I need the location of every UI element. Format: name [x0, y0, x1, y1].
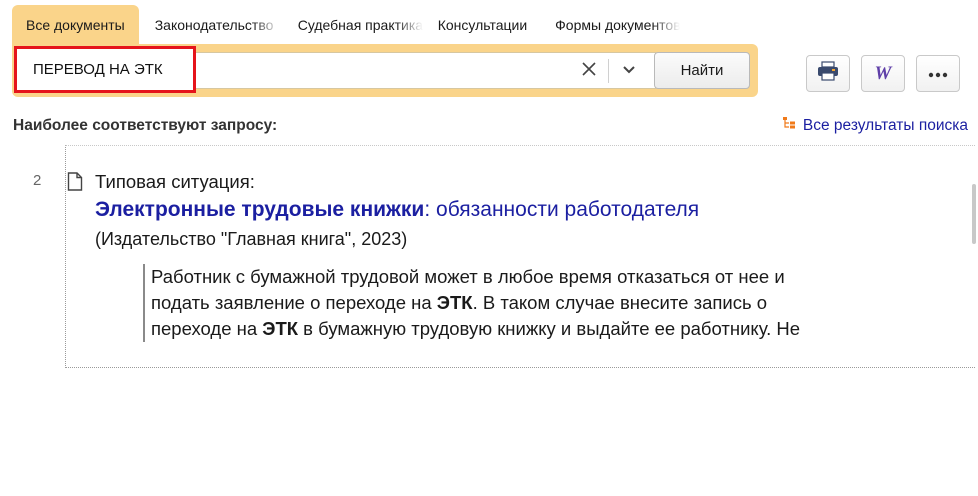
- result-title-link[interactable]: Электронные трудовые книжки: обязанности…: [95, 198, 699, 222]
- export-to-word-button[interactable]: W: [861, 55, 905, 92]
- search-input[interactable]: ПЕРЕВОД НА ЭТК: [14, 46, 196, 93]
- print-button[interactable]: [806, 55, 850, 92]
- chevron-down-icon: [622, 62, 636, 80]
- snippet-line: переходе на ЭТК в бумажную трудовую книж…: [151, 318, 801, 339]
- snippet-line: подать заявление о переходе на ЭТК. В та…: [151, 292, 768, 313]
- result-source: (Издательство "Главная книга", 2023): [95, 229, 408, 249]
- results-scrollbar[interactable]: [971, 146, 976, 367]
- close-icon: [582, 61, 596, 81]
- result-title-rest: : обязанности работодателя: [424, 198, 700, 221]
- results-section-title: Наиболее соответствуют запросу:: [13, 117, 278, 134]
- tab-legislation[interactable]: Законодательство: [141, 5, 280, 45]
- search-history-dropdown[interactable]: [616, 60, 642, 82]
- more-options-button[interactable]: [916, 55, 960, 92]
- snippet-line: Работник с бумажной трудовой может в люб…: [151, 266, 785, 287]
- tab-document-forms[interactable]: Формы документов: [555, 5, 681, 45]
- word-icon: W: [874, 62, 892, 84]
- tab-court-practice[interactable]: Судебная практика: [298, 5, 423, 45]
- result-title-strong: Электронные трудовые книжки: [95, 198, 425, 221]
- result-snippet: Работник с бумажной трудовой может в люб…: [143, 264, 921, 342]
- tab-all-documents[interactable]: Все документы: [12, 5, 139, 45]
- clear-search-button[interactable]: [578, 60, 600, 82]
- tab-consultations[interactable]: Консультации: [438, 5, 527, 45]
- all-results-label: Все результаты поиска: [802, 116, 968, 134]
- scrollbar-thumb[interactable]: [972, 184, 976, 244]
- document-type-tabs: Все документы Законодательство Судебная …: [12, 5, 681, 45]
- search-bar: ПЕРЕВОД НА ЭТК Найти: [12, 44, 758, 97]
- result-number: 2: [33, 172, 42, 189]
- all-results-link[interactable]: Все результаты поиска: [782, 116, 968, 135]
- tree-list-icon: [782, 116, 796, 135]
- document-icon: [67, 172, 83, 196]
- find-button[interactable]: Найти: [654, 52, 750, 89]
- search-term-highlight: ЭТК: [436, 292, 473, 313]
- ellipsis-icon: [928, 65, 948, 83]
- field-divider: [608, 59, 609, 83]
- result-type-label: Типовая ситуация:: [95, 171, 255, 192]
- search-term-highlight: ЭТК: [262, 318, 299, 339]
- printer-icon: [817, 61, 839, 86]
